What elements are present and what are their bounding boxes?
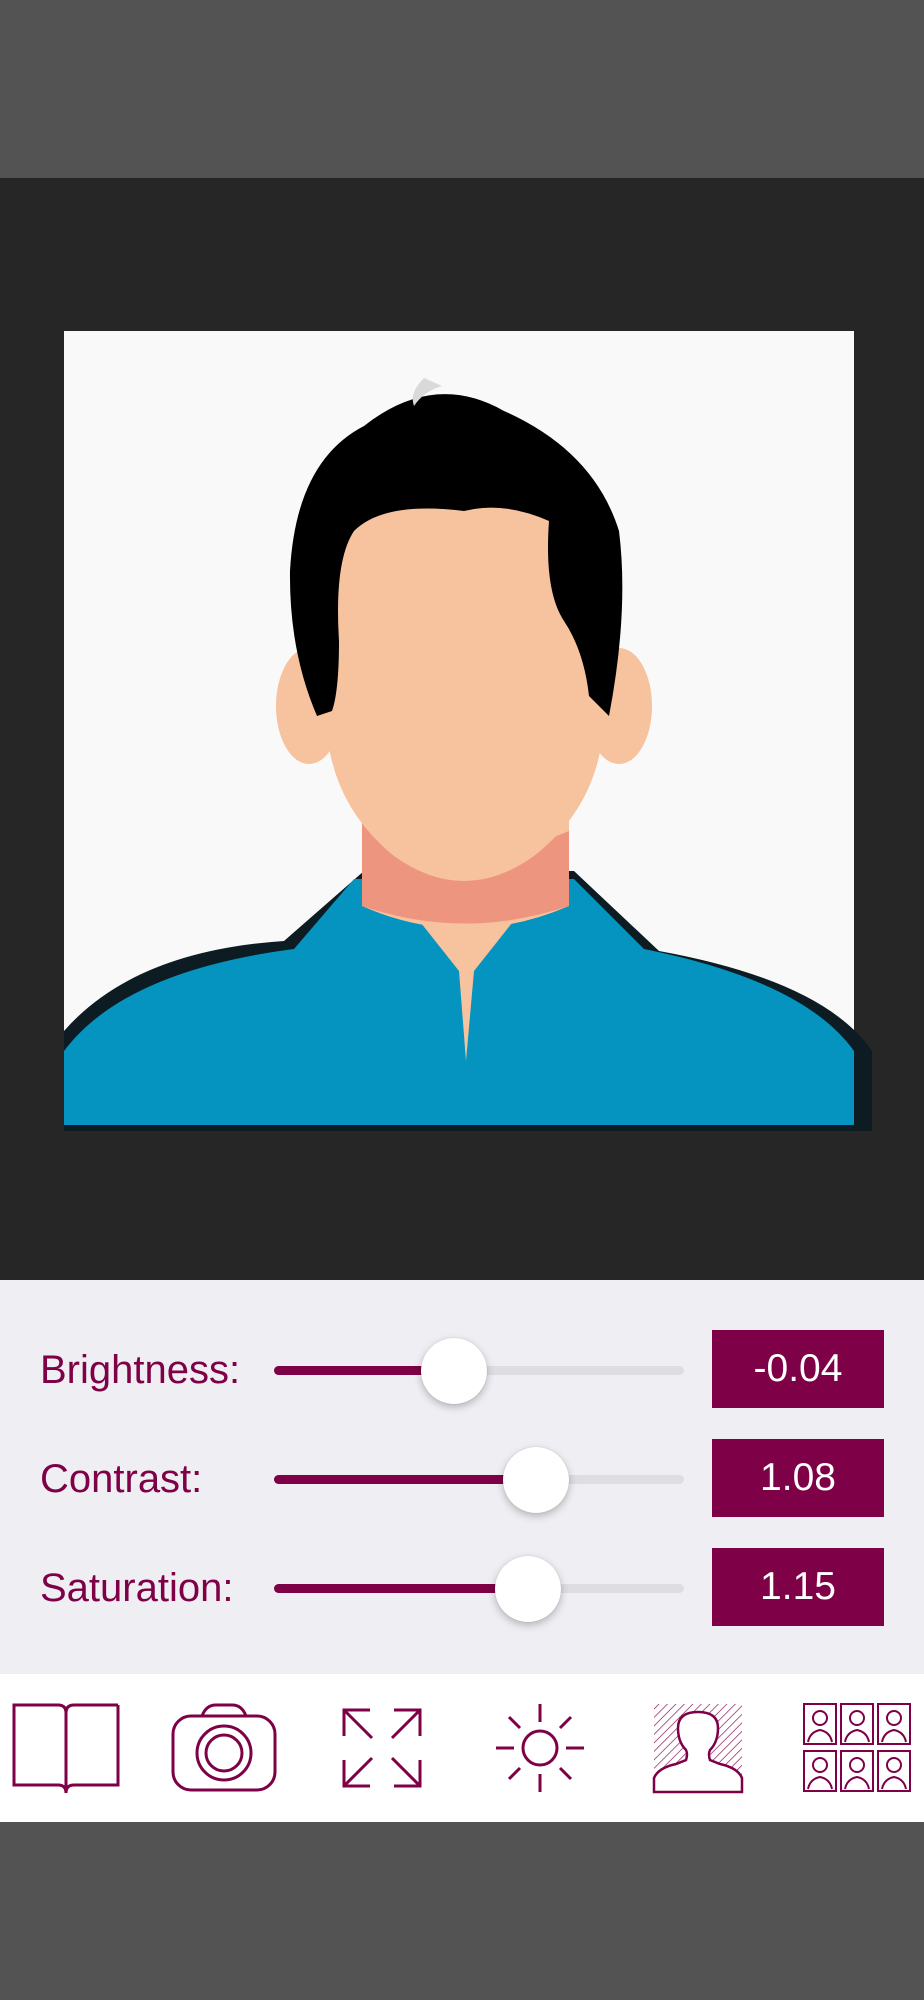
contrast-row: Contrast: 1.08: [0, 1439, 924, 1519]
brightness-label: Brightness:: [40, 1348, 241, 1392]
toolbar-button-guide[interactable]: [8, 1696, 124, 1800]
portrait-photo: [64, 331, 872, 1131]
saturation-row: Saturation: 1.15: [0, 1548, 924, 1628]
person-background-icon: [652, 1704, 744, 1794]
contrast-slider[interactable]: [274, 1447, 684, 1513]
contrast-slider-fill: [274, 1475, 537, 1484]
expand-arrows-icon: [342, 1708, 422, 1788]
toolbar-button-adjust[interactable]: [482, 1696, 598, 1800]
brightness-row: Brightness: -0.04: [0, 1330, 924, 1410]
camera-icon: [171, 1703, 277, 1792]
saturation-slider-fill: [274, 1584, 529, 1593]
toolbar-button-camera[interactable]: [166, 1696, 282, 1800]
toolbar-button-print-layout[interactable]: [800, 1696, 916, 1800]
bottom-home-area: [0, 1822, 924, 2000]
bottom-toolbar: [0, 1674, 924, 1822]
photo-grid-icon: [803, 1703, 911, 1792]
open-book-icon: [12, 1703, 120, 1794]
contrast-label: Contrast:: [40, 1457, 203, 1501]
top-status-area: [0, 0, 924, 178]
brightness-slider[interactable]: [274, 1338, 684, 1404]
toolbar-button-background[interactable]: [640, 1696, 756, 1800]
saturation-value[interactable]: 1.15: [712, 1548, 884, 1626]
saturation-slider-thumb[interactable]: [495, 1556, 562, 1622]
toolbar-button-crop[interactable]: [324, 1696, 440, 1800]
contrast-slider-thumb[interactable]: [503, 1447, 570, 1513]
saturation-slider[interactable]: [274, 1556, 684, 1622]
brightness-value[interactable]: -0.04: [712, 1330, 884, 1408]
adjustment-panel: Brightness: -0.04 Contrast: 1.08 Saturat…: [0, 1280, 924, 1674]
sun-brightness-icon: [496, 1704, 584, 1792]
saturation-label: Saturation:: [40, 1566, 234, 1610]
contrast-value[interactable]: 1.08: [712, 1439, 884, 1517]
brightness-slider-thumb[interactable]: [421, 1338, 488, 1404]
